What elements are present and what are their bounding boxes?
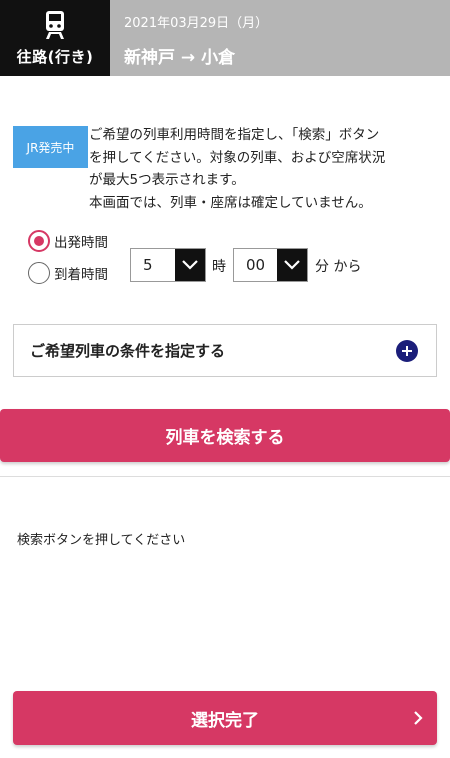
conditions-label: ご希望列車の条件を指定する: [30, 342, 226, 360]
minute-unit: 分 から: [315, 259, 362, 275]
plus-icon: [396, 339, 418, 362]
instructions-line: 本画面では、列車・座席は確定していません。: [89, 194, 372, 211]
trip-date: 2021年03月29日（月）: [124, 16, 269, 31]
departure-radio[interactable]: [28, 230, 50, 252]
selection-complete-button[interactable]: 選択完了: [13, 691, 437, 745]
departure-label: 出発時間: [54, 235, 108, 251]
leg-indicator: 往路(行き): [0, 0, 110, 76]
trip-route: 新神戸 → 小倉: [124, 48, 236, 68]
hour-value: 5: [143, 256, 153, 274]
jr-sale-badge: JR発売中: [13, 126, 88, 168]
instructions-line: を押してください。対象の列車、および空席状況: [89, 149, 386, 166]
train-icon: [46, 10, 64, 39]
arrival-time-option[interactable]: 到着時間: [28, 262, 108, 284]
header: 往路(行き) 2021年03月29日（月） 新神戸 → 小倉: [0, 0, 450, 76]
instructions-text: ご希望の列車利用時間を指定し、「検索」ボタン を押してください。対象の列車、およ…: [89, 124, 439, 214]
instructions-line: ご希望の列車利用時間を指定し、「検索」ボタン: [89, 127, 380, 143]
divider: [0, 476, 450, 477]
arrival-label: 到着時間: [54, 267, 108, 283]
hour-select[interactable]: 5: [130, 248, 206, 282]
departure-time-option[interactable]: 出発時間: [28, 230, 108, 252]
chevron-down-icon: [277, 249, 307, 281]
train-conditions-toggle[interactable]: ご希望列車の条件を指定する: [13, 324, 437, 377]
minute-value: 00: [246, 256, 266, 274]
chevron-right-icon: [413, 710, 423, 731]
minute-select[interactable]: 00: [233, 248, 308, 282]
hour-unit: 時: [212, 259, 226, 275]
trip-info: 2021年03月29日（月） 新神戸 → 小倉: [110, 0, 450, 76]
selection-complete-label: 選択完了: [191, 710, 259, 731]
instructions-line: が最大5つ表示されます。: [89, 172, 245, 188]
chevron-down-icon: [175, 249, 205, 281]
leg-label: 往路(行き): [16, 47, 94, 66]
search-trains-button[interactable]: 列車を検索する: [0, 409, 450, 462]
arrival-radio[interactable]: [28, 262, 50, 284]
search-prompt-message: 検索ボタンを押してください: [17, 533, 186, 548]
